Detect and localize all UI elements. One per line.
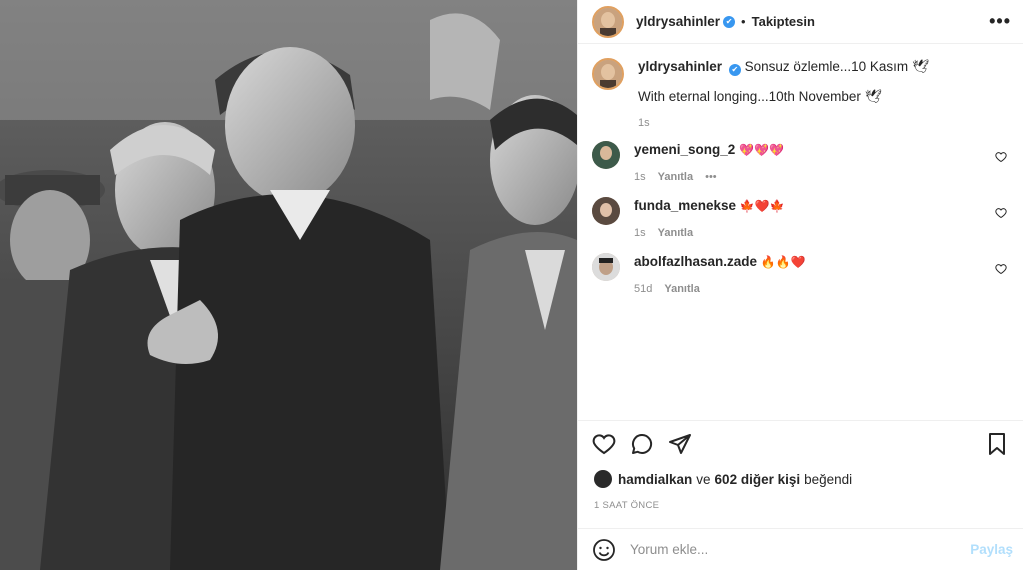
- liker-username[interactable]: hamdialkan: [618, 472, 692, 487]
- heart-icon[interactable]: [592, 432, 616, 456]
- emoji-icon[interactable]: [592, 538, 616, 562]
- comment-input[interactable]: Yorum ekle...: [630, 542, 970, 557]
- likes-suffix: beğendi: [804, 471, 853, 487]
- comment-username[interactable]: funda_menekse: [634, 198, 736, 213]
- caption-translation: With eternal longing...10th November 🕊: [638, 89, 882, 104]
- comment-row: yemeni_song_2 💖💖💖 1s Yanıtla •••: [592, 141, 1009, 183]
- comment-text: 🍁❤️🍁: [739, 199, 785, 213]
- author-username[interactable]: yldrysahinler: [636, 14, 720, 29]
- share-icon[interactable]: [668, 432, 692, 456]
- comment-text: 🔥🔥❤️: [760, 255, 806, 269]
- post-sidebar: yldrysahinler ✔ • Takiptesin ••• yldrysa…: [577, 0, 1023, 570]
- comment-username[interactable]: abolfazlhasan.zade: [634, 254, 757, 269]
- bw-photo-illustration: [0, 0, 577, 570]
- comment-text: 💖💖💖: [739, 143, 784, 157]
- follow-status[interactable]: Takiptesin: [752, 14, 815, 29]
- caption-avatar[interactable]: [592, 58, 624, 90]
- author-avatar[interactable]: [592, 5, 624, 38]
- caption-text: Sonsuz özlemle...10 Kasım 🕊: [744, 59, 930, 74]
- comment-row: funda_menekse 🍁❤️🍁 1s Yanıtla: [592, 197, 1009, 239]
- caption-time: 1s: [638, 117, 650, 129]
- add-comment-bar: Yorum ekle... Paylaş: [578, 528, 1023, 570]
- comment-icon[interactable]: [630, 432, 654, 456]
- verified-badge-icon: ✔: [723, 15, 736, 28]
- post-header: yldrysahinler ✔ • Takiptesin •••: [578, 0, 1023, 44]
- post-comment-button[interactable]: Paylaş: [970, 542, 1013, 557]
- comments-list: yldrysahinler ✔ Sonsuz özlemle...10 Kası…: [578, 44, 1023, 420]
- commenter-avatar[interactable]: [592, 197, 620, 225]
- commenter-avatar[interactable]: [592, 141, 620, 169]
- comment-time: 51d: [634, 283, 653, 295]
- separator-dot: •: [741, 14, 746, 29]
- caption-username[interactable]: yldrysahinler: [638, 59, 722, 74]
- likes-others[interactable]: 602 diğer kişi: [715, 472, 801, 487]
- comment-username[interactable]: yemeni_song_2: [634, 142, 735, 157]
- posted-time[interactable]: 1 SAAT ÖNCE: [578, 488, 1023, 528]
- bookmark-icon[interactable]: [985, 432, 1009, 456]
- comment-more-icon[interactable]: •••: [705, 171, 717, 183]
- action-bar: [578, 420, 1023, 466]
- comment-row: abolfazlhasan.zade 🔥🔥❤️ 51d Yanıtla: [592, 253, 1009, 295]
- more-options-icon[interactable]: •••: [989, 11, 1011, 32]
- reply-button[interactable]: Yanıtla: [658, 227, 693, 239]
- comment-like-heart-icon[interactable]: [995, 207, 1007, 219]
- comment-like-heart-icon[interactable]: [995, 151, 1007, 163]
- comment-like-heart-icon[interactable]: [995, 263, 1007, 275]
- verified-badge-icon: ✔: [728, 64, 741, 76]
- reply-button[interactable]: Yanıtla: [658, 171, 693, 183]
- reply-button[interactable]: Yanıtla: [664, 283, 699, 295]
- post-modal: yldrysahinler ✔ • Takiptesin ••• yldrysa…: [0, 0, 1023, 570]
- post-photo[interactable]: [0, 0, 577, 570]
- commenter-avatar[interactable]: [592, 253, 620, 281]
- comment-time: 1s: [634, 227, 646, 239]
- likes-summary: hamdialkan ve 602 diğer kişi beğendi: [578, 466, 1023, 488]
- liker-avatar[interactable]: [594, 470, 612, 488]
- comment-time: 1s: [634, 171, 646, 183]
- caption: yldrysahinler ✔ Sonsuz özlemle...10 Kası…: [592, 58, 1009, 129]
- likes-connector: ve: [696, 471, 711, 487]
